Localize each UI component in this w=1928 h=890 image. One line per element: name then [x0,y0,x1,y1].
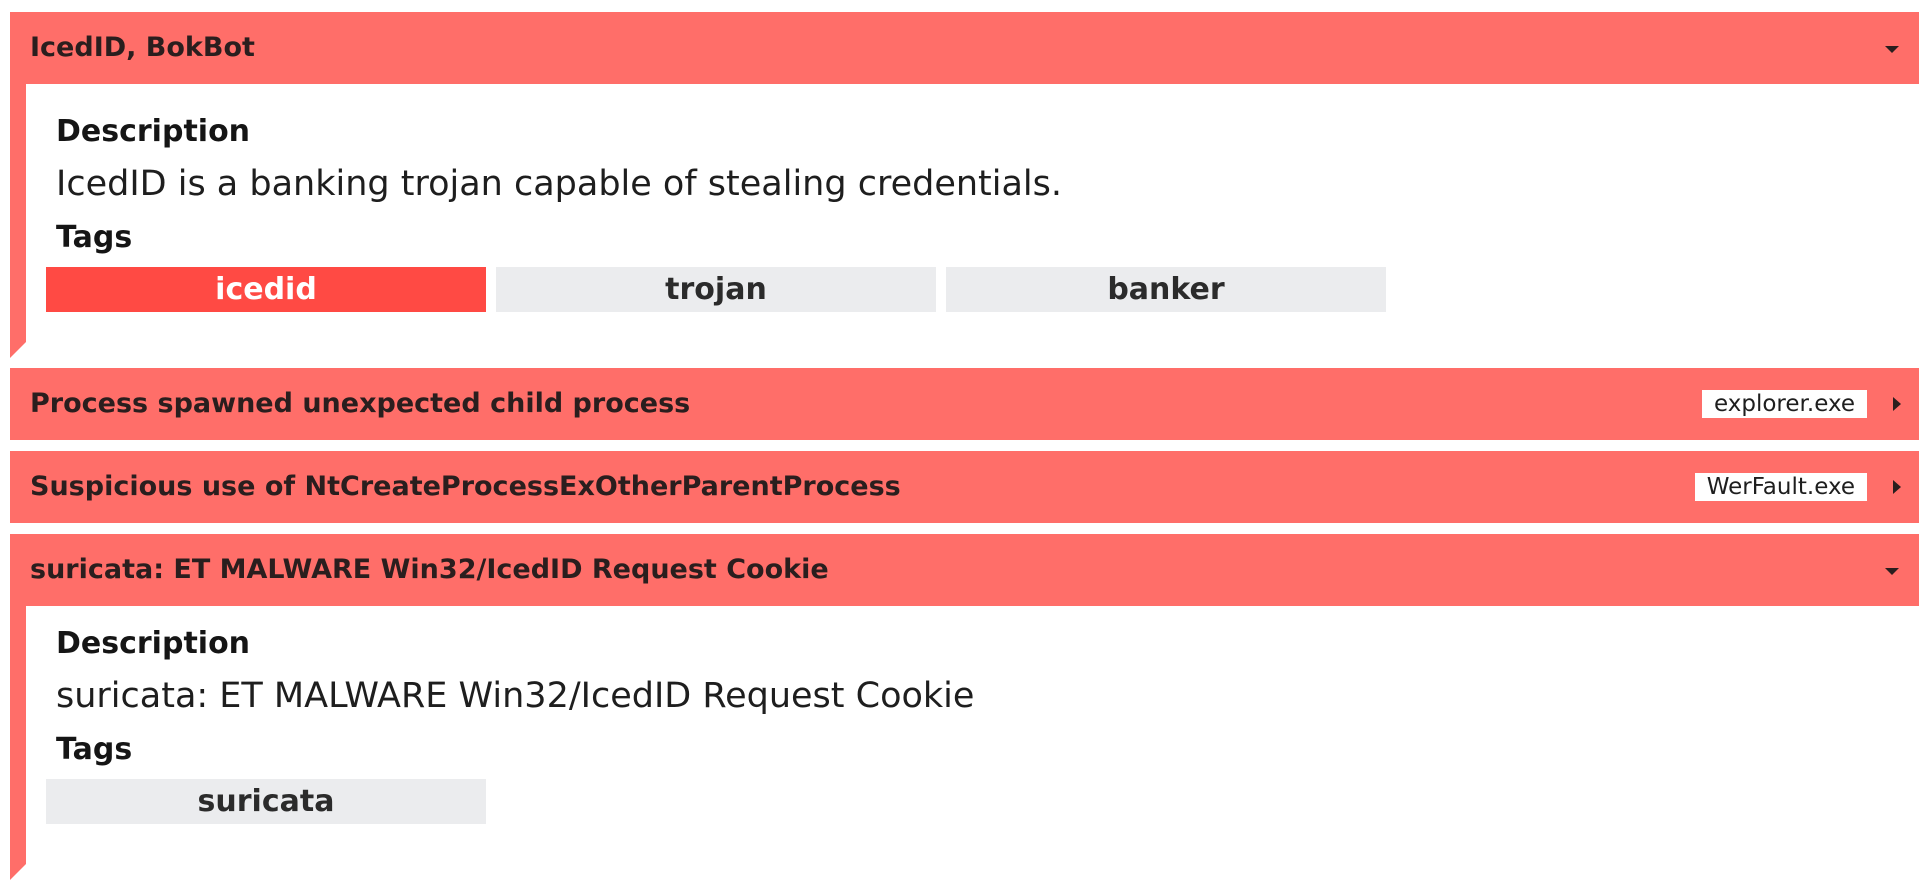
signature-header[interactable]: IcedID, BokBot [10,12,1919,84]
description-text: IcedID is a banking trojan capable of st… [56,164,1063,204]
description-label: Description [56,626,251,661]
signature-body: Description IcedID is a banking trojan c… [10,84,1919,358]
panel-left-accent [10,84,26,358]
tags-label: Tags [56,220,133,255]
signature-title: suricata: ET MALWARE Win32/IcedID Reques… [30,554,829,585]
signature-panel-suricata: suricata: ET MALWARE Win32/IcedID Reques… [10,534,1919,890]
tag-suricata[interactable]: suricata [46,779,486,824]
tag-icedid[interactable]: icedid [46,267,486,312]
signature-header[interactable]: suricata: ET MALWARE Win32/IcedID Reques… [10,534,1919,606]
chevron-right-icon[interactable] [1893,397,1901,411]
signature-panel-ntcreateprocess: Suspicious use of NtCreateProcessExOther… [10,451,1919,523]
description-text: suricata: ET MALWARE Win32/IcedID Reques… [56,676,975,716]
chevron-down-icon[interactable] [1885,46,1899,53]
signature-panel-icedid: IcedID, BokBot Description IcedID is a b… [10,12,1919,358]
signature-header[interactable]: Suspicious use of NtCreateProcessExOther… [10,451,1919,523]
signature-title: Process spawned unexpected child process [30,388,691,419]
signature-body: Description suricata: ET MALWARE Win32/I… [10,606,1919,890]
signature-panel-child-process: Process spawned unexpected child process… [10,368,1919,440]
chevron-right-icon[interactable] [1893,480,1901,494]
process-badge[interactable]: WerFault.exe [1694,473,1867,501]
tags-label: Tags [56,732,133,767]
process-badge[interactable]: explorer.exe [1702,390,1867,418]
tag-banker[interactable]: banker [946,267,1386,312]
chevron-down-icon[interactable] [1885,568,1899,575]
signature-header[interactable]: Process spawned unexpected child process… [10,368,1919,440]
description-label: Description [56,114,251,149]
panel-left-accent [10,606,26,880]
tag-trojan[interactable]: trojan [496,267,936,312]
signature-title: Suspicious use of NtCreateProcessExOther… [30,471,901,502]
signature-title: IcedID, BokBot [30,32,255,63]
